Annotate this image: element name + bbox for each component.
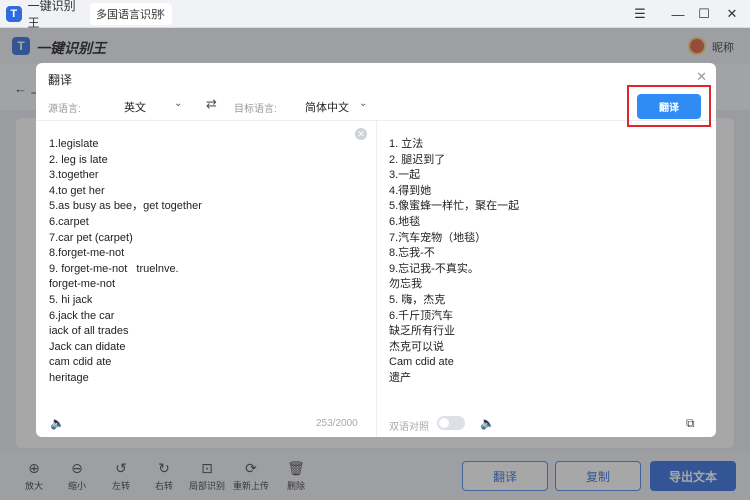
translation-line: 4.得到她 <box>389 184 432 197</box>
translation-output: 1. 立法 2. 腿迟到了 3.一起 4.得到她 5.像蜜蜂一样忙，聚在一起 6.地毯 7.… <box>389 137 519 387</box>
translation-line: 杰克可以说 <box>389 340 444 353</box>
source-line: 8.forget-me-not <box>49 247 125 260</box>
source-line: 2. leg is late <box>49 153 108 166</box>
speaker-icon[interactable]: 🔈 <box>480 416 495 430</box>
source-line: heritage <box>49 371 89 384</box>
doc-tab[interactable]: 多国语言识别 ✕ <box>90 3 172 25</box>
source-line: cam cdid ate <box>49 356 112 369</box>
bilingual-label: 双语对照 <box>389 422 429 433</box>
pane-divider <box>376 121 377 437</box>
source-line: 3.together <box>49 169 99 182</box>
doc-tab-label: 多国语言识别 <box>96 9 162 21</box>
source-line: 6.carpet <box>49 215 89 228</box>
source-line: 9. forget-me-not truelnve. <box>49 262 179 275</box>
copy-icon[interactable]: ⧉ <box>686 416 695 431</box>
source-line: Jack can didate <box>49 340 126 353</box>
translation-line: 3.一起 <box>389 169 421 182</box>
translate-dialog: 翻译 ✕ 源语言: 英文 ⌄ ⇄ 目标语言: 简体中文 ⌄ 翻译 ✕ 1.leg… <box>36 63 716 437</box>
translation-line: 遗产 <box>389 371 411 384</box>
close-window-icon[interactable]: ✕ <box>722 4 742 24</box>
menu-icon[interactable]: ☰ <box>630 4 650 24</box>
source-line: 4.to get her <box>49 184 105 197</box>
source-line: iack of all trades <box>49 325 129 338</box>
translation-line: Cam cdid ate <box>389 356 454 369</box>
app-tab-label: 一键识别王 <box>27 0 76 30</box>
close-icon[interactable]: ✕ <box>696 69 707 85</box>
dialog-title: 翻译 <box>48 73 73 87</box>
translation-line: 1. 立法 <box>389 138 424 150</box>
swap-languages-icon[interactable]: ⇄ <box>206 96 217 112</box>
target-language-select[interactable]: 简体中文 <box>305 99 349 115</box>
app-tab[interactable]: T 一键识别王 <box>6 0 86 30</box>
source-language-select[interactable]: 英文 <box>124 99 146 115</box>
source-line: 1.legislate <box>49 138 99 150</box>
window-titlebar: T 一键识别王 多国语言识别 ✕ ☰ — ☐ ✕ <box>0 0 750 30</box>
source-textarea[interactable]: 1.legislate 2. leg is late 3.together 4.to … <box>49 137 202 387</box>
speaker-icon[interactable]: 🔈 <box>50 416 65 430</box>
clear-text-icon[interactable]: ✕ <box>355 128 367 140</box>
target-language-label: 目标语言: <box>234 104 277 115</box>
minimize-icon[interactable]: — <box>668 4 688 24</box>
translation-line: 缺乏所有行业 <box>389 325 455 338</box>
maximize-icon[interactable]: ☐ <box>694 4 714 24</box>
chevron-down-icon[interactable]: ⌄ <box>174 98 182 109</box>
highlight-box <box>627 85 711 127</box>
chevron-down-icon[interactable]: ⌄ <box>359 98 367 109</box>
source-line: 6.jack the car <box>49 309 115 322</box>
translation-line: 6.千斤顶汽车 <box>389 309 454 322</box>
translation-line: 6.地毯 <box>389 215 421 228</box>
source-line: 5.as busy as bee，get together <box>49 200 202 213</box>
translation-line: 5.像蜜蜂一样忙，聚在一起 <box>389 200 520 213</box>
translation-line: 7.汽车宠物（地毯） <box>389 231 487 244</box>
source-line: forget-me-not <box>49 278 116 291</box>
translation-line: 8.忘我-不 <box>389 247 435 260</box>
translation-line: 勿忘我 <box>389 278 422 291</box>
language-bar: 源语言: 英文 ⌄ ⇄ 目标语言: 简体中文 ⌄ <box>36 91 716 121</box>
bilingual-toggle[interactable] <box>437 416 465 430</box>
translation-line: 2. 腿迟到了 <box>389 153 446 166</box>
translation-line: 5. 嗨，杰克 <box>389 293 446 306</box>
source-language-label: 源语言: <box>48 104 81 115</box>
close-tab-icon[interactable]: ✕ <box>156 6 166 20</box>
translation-line: 9.忘记我-不真实。 <box>389 262 479 275</box>
app-logo-icon: T <box>6 6 22 22</box>
char-count: 253/2000 <box>316 418 358 429</box>
source-line: 5. hi jack <box>49 293 93 306</box>
source-line: 7.car pet (carpet) <box>49 231 133 244</box>
